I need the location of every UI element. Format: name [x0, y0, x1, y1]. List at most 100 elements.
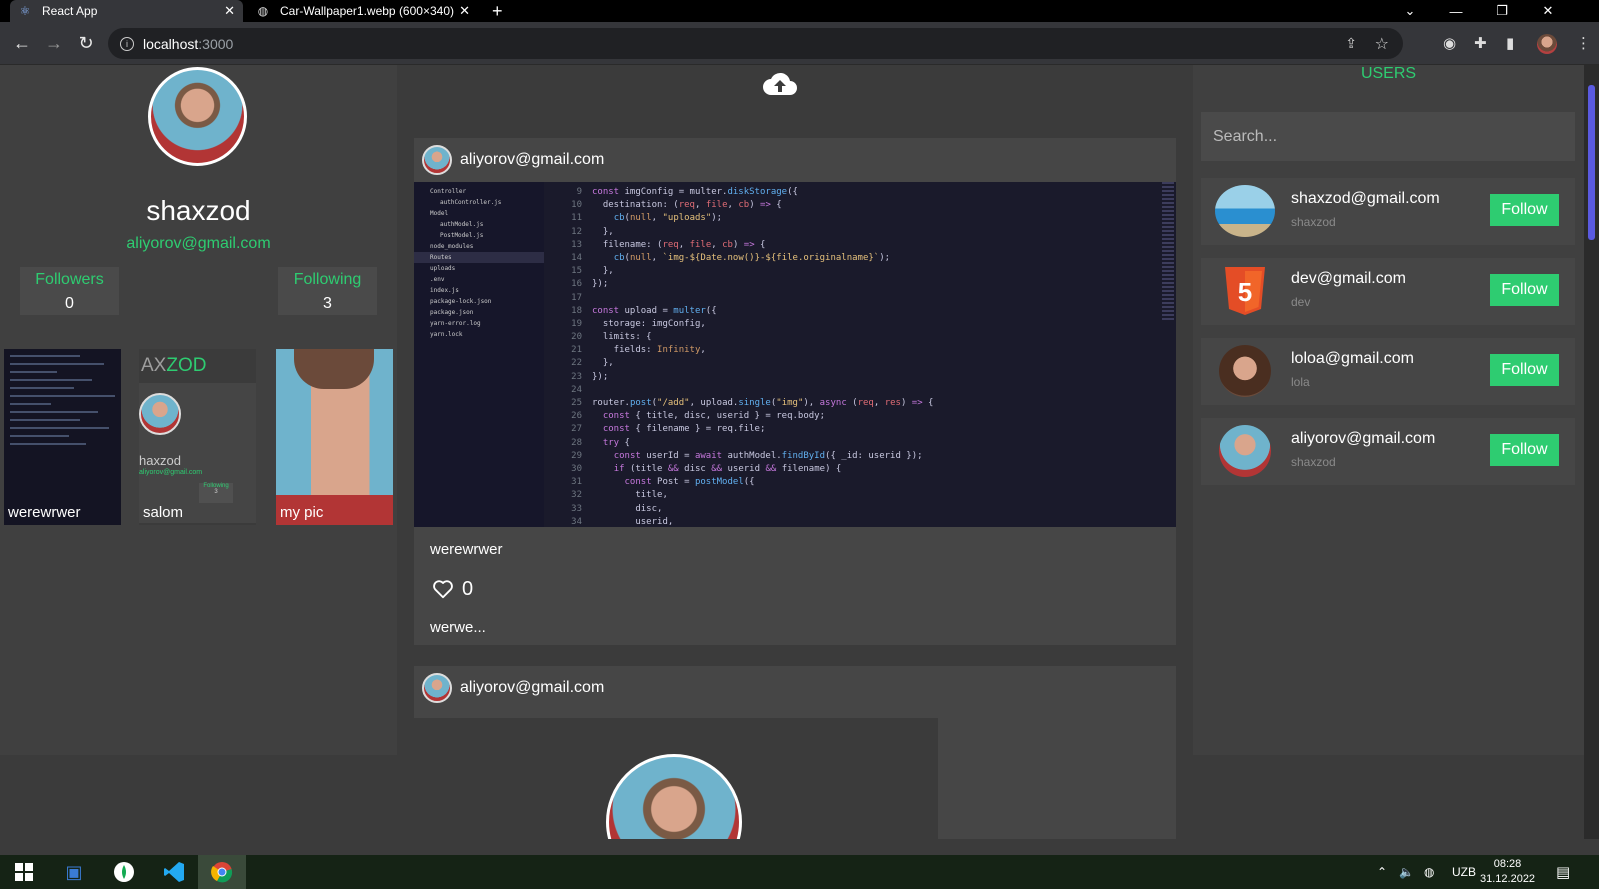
follow-button[interactable]: Follow [1490, 274, 1559, 306]
post-card: aliyorov@gmail.com Controller authControl… [414, 138, 1176, 645]
system-clock[interactable]: 08:28 31.12.2022 [1480, 857, 1535, 887]
volume-icon[interactable]: 🔈 [1399, 855, 1414, 889]
menu-dots-icon[interactable]: ⋮ [1576, 34, 1591, 52]
tab-react-app[interactable]: ⚛ React App ✕ [10, 0, 243, 22]
user-email: loloa@gmail.com [1291, 350, 1414, 367]
line-number: 24 [571, 384, 582, 395]
new-tab-button[interactable]: + [492, 0, 503, 22]
tab-title: Car-Wallpaper1.webp (600×340) [280, 4, 454, 18]
language-indicator[interactable]: UZB [1452, 855, 1476, 889]
explorer-file-item: Controller [430, 188, 467, 195]
profile-email: aliyorov@gmail.com [126, 235, 271, 252]
woman-avatar[interactable] [1219, 345, 1271, 397]
scrollbar-thumb[interactable] [1588, 85, 1595, 240]
page-scrollbar[interactable] [1584, 65, 1599, 839]
share-icon[interactable]: ⇪ [1345, 35, 1357, 52]
react-icon: ⚛ [19, 4, 31, 18]
car-avatar[interactable] [1215, 185, 1275, 237]
likes-count: 0 [462, 577, 474, 600]
back-icon[interactable]: ← [12, 33, 32, 54]
mini-following-stat: Following 3 [199, 483, 233, 503]
explorer-file-item: yarn-error.log [430, 320, 481, 327]
post-description: werwe... [430, 619, 486, 636]
restore-button[interactable]: ❐ [1479, 0, 1525, 22]
user-card: loloa@gmail.com lola Follow [1201, 338, 1575, 405]
mini-logo: AXZOD [141, 355, 207, 376]
post-image[interactable] [414, 718, 938, 839]
following-count: 3 [323, 295, 332, 312]
clock-time: 08:28 [1493, 858, 1522, 870]
tab-title: React App [42, 4, 98, 18]
user-email: aliyorov@gmail.com [1291, 430, 1436, 447]
mini-avatar [139, 393, 181, 435]
gallery-item[interactable]: werewrwer [4, 349, 121, 525]
close-tab-icon[interactable]: ✕ [224, 3, 235, 19]
reload-icon[interactable]: ↻ [76, 33, 96, 54]
network-globe-icon[interactable]: ◍ [1424, 855, 1434, 889]
close-window-button[interactable]: ✕ [1525, 0, 1571, 22]
puzzle-extensions-icon[interactable]: ✚ [1474, 34, 1487, 52]
user-search-input[interactable] [1201, 112, 1575, 161]
post-author-email[interactable]: aliyorov@gmail.com [460, 679, 604, 697]
forward-icon[interactable]: → [44, 33, 64, 54]
tray-chevron-icon[interactable]: ⌃ [1377, 855, 1387, 889]
follow-button[interactable]: Follow [1490, 194, 1559, 226]
address-toolbar: ← → ↻ i localhost:3000 ⇪ ☆ ◉ ✚ ▮ ⋮ [0, 22, 1599, 65]
gallery-item[interactable]: AXZOD haxzod aliyorov@gmail.com Followin… [139, 349, 256, 525]
explorer-file-item: node_modules [430, 243, 474, 250]
users-title: USERS [1360, 65, 1417, 82]
svg-text:5: 5 [1238, 277, 1252, 307]
save-disk-icon[interactable]: ▣ [50, 855, 98, 889]
gallery-caption: salom [143, 504, 184, 521]
explorer-file-item: PostModel.js [440, 232, 484, 239]
post-header: aliyorov@gmail.com [414, 138, 1176, 182]
minimize-button[interactable]: — [1433, 0, 1479, 22]
code-image-content: const imgConfig = multer.diskStorage({ d… [592, 187, 934, 527]
gallery-item[interactable]: my pic [276, 349, 393, 525]
close-tab-icon[interactable]: ✕ [459, 3, 470, 19]
line-number: 17 [571, 292, 582, 303]
line-number: 34 [571, 516, 582, 527]
post-author-email[interactable]: aliyorov@gmail.com [460, 151, 604, 169]
post-author-avatar[interactable] [422, 673, 452, 703]
profile-avatar-large [148, 67, 247, 166]
notifications-icon[interactable]: ▤ [1556, 855, 1570, 889]
line-number: 9 [576, 187, 582, 197]
follow-button[interactable]: Follow [1490, 434, 1559, 466]
heart-icon[interactable] [432, 578, 454, 600]
vscode-icon[interactable] [150, 855, 198, 889]
address-bar[interactable]: i localhost:3000 ⇪ ☆ [108, 28, 1403, 59]
user-email: shaxzod@gmail.com [1291, 190, 1440, 207]
feed-column: aliyorov@gmail.com Controller authControl… [397, 65, 1193, 839]
man-avatar[interactable] [1219, 425, 1271, 477]
post-author-avatar[interactable] [422, 145, 452, 175]
profile-avatar[interactable] [1537, 34, 1557, 54]
followers-stat[interactable]: Followers 0 [20, 267, 119, 315]
upload-cloud-icon[interactable] [763, 71, 797, 97]
site-info-icon[interactable]: i [120, 36, 134, 51]
mongodb-compass-icon[interactable] [100, 855, 148, 889]
explorer-file-item: .env [430, 276, 445, 283]
side-panel-icon[interactable]: ▮ [1506, 34, 1514, 52]
following-stat[interactable]: Following 3 [278, 267, 377, 315]
post-title: werewrwer [430, 541, 503, 558]
html5-avatar[interactable]: 5 [1215, 265, 1275, 317]
bookmark-star-icon[interactable]: ☆ [1375, 34, 1389, 54]
user-name: lola [1291, 375, 1310, 389]
follow-button[interactable]: Follow [1490, 354, 1559, 386]
post-image[interactable]: Controller authController.js Model authMode… [414, 182, 1176, 527]
windows-start-icon[interactable] [0, 855, 48, 889]
line-number: 19 [571, 318, 582, 329]
user-card: shaxzod@gmail.com shaxzod Follow [1201, 178, 1575, 245]
code-explorer-image: Controller authController.js Model authMode… [414, 182, 544, 527]
url-host: localhost [143, 35, 199, 52]
tab-search-icon[interactable]: ⌄ [1387, 0, 1433, 22]
post-likes: 0 [414, 567, 1176, 611]
line-number: 21 [571, 345, 582, 356]
gallery-caption: my pic [280, 504, 324, 521]
line-number: 12 [571, 226, 582, 237]
line-number: 33 [571, 503, 582, 514]
extension-icon[interactable]: ◉ [1443, 34, 1456, 52]
tab-car-wallpaper[interactable]: ◍ Car-Wallpaper1.webp (600×340) ✕ [248, 0, 478, 22]
chrome-icon[interactable] [198, 855, 246, 889]
